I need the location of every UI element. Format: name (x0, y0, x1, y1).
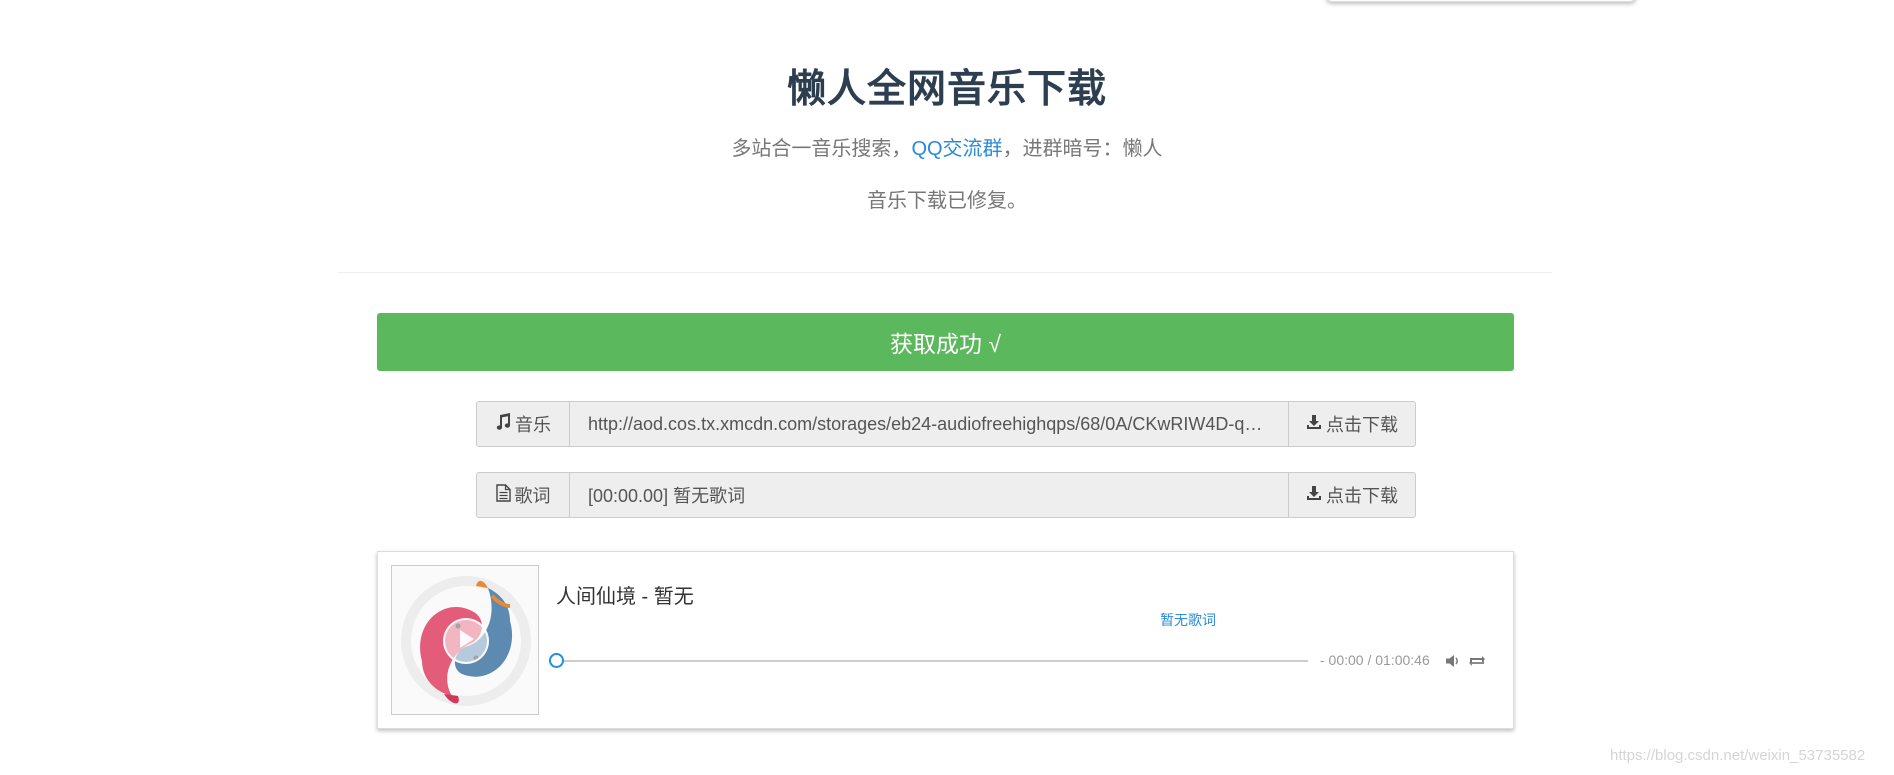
loop-icon[interactable] (1468, 653, 1486, 669)
watermark: https://blog.csdn.net/weixin_53735582 (1610, 747, 1866, 764)
time-display: - 00:00 / 01:00:46 (1320, 652, 1430, 668)
music-url-group: 音乐 http://aod.cos.tx.xmcdn.com/storages/… (476, 401, 1416, 447)
music-note-icon (495, 412, 511, 436)
lyric-value: [00:00.00] 暂无歌词 (588, 486, 746, 506)
song-title: 人间仙境 - 暂无 (556, 586, 694, 608)
subtitle-suffix: ，进群暗号：懒人 (1002, 138, 1163, 160)
lyric-download-button[interactable]: 点击下载 (1288, 472, 1416, 518)
play-icon (457, 629, 475, 654)
lyric-group: 歌词 [00:00.00] 暂无歌词 点击下载 (476, 472, 1416, 518)
lyric-download-label: 点击下载 (1326, 486, 1398, 506)
subtitle-prefix: 多站合一音乐搜索， (731, 138, 912, 160)
lyric-label-addon: 歌词 (476, 472, 570, 518)
success-status-bar: 获取成功 √ (377, 313, 1514, 371)
current-lyric: 暂无歌词 (1160, 612, 1216, 628)
lyric-label: 歌词 (514, 486, 551, 506)
progress-thumb[interactable] (549, 653, 564, 668)
divider (338, 272, 1552, 273)
music-label-addon: 音乐 (476, 401, 570, 447)
top-dropdown-menu (1326, 0, 1636, 2)
progress-bar[interactable] (556, 660, 1308, 662)
music-url-value: http://aod.cos.tx.xmcdn.com/storages/eb2… (588, 413, 1270, 434)
notice-text: 音乐下载已修复。 (867, 190, 1027, 212)
volume-icon[interactable] (1445, 653, 1461, 669)
music-label: 音乐 (515, 415, 551, 435)
download-icon (1306, 414, 1322, 435)
play-button[interactable] (443, 618, 489, 664)
subtitle: 多站合一音乐搜索，QQ交流群，进群暗号：懒人 (0, 132, 1894, 161)
album-cover (391, 565, 539, 715)
lyric-field[interactable]: [00:00.00] 暂无歌词 (570, 472, 1288, 518)
music-download-button[interactable]: 点击下载 (1288, 401, 1416, 447)
audio-player: 人间仙境 - 暂无 暂无歌词 - 00:00 / 01:00:46 (377, 551, 1514, 729)
music-url-field[interactable]: http://aod.cos.tx.xmcdn.com/storages/eb2… (570, 401, 1288, 447)
music-download-label: 点击下载 (1326, 415, 1398, 435)
file-text-icon (495, 483, 511, 507)
page-title: 懒人全网音乐下载 (786, 68, 1107, 111)
qq-group-link[interactable]: QQ交流群 (911, 138, 1002, 160)
download-icon (1306, 485, 1322, 506)
